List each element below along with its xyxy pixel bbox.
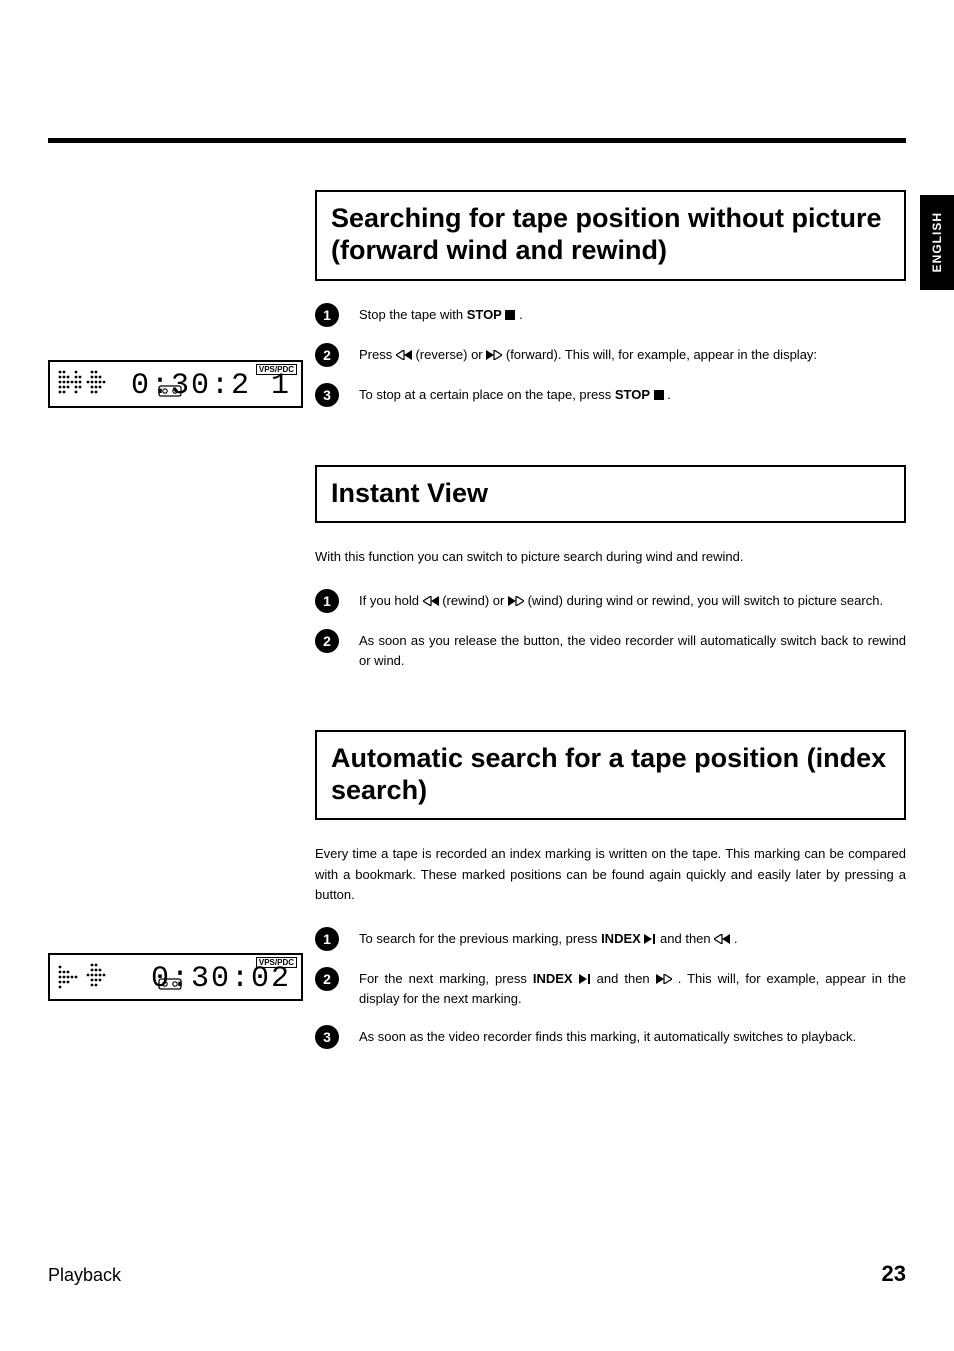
rewind-icon [396,350,412,360]
next-icon [579,974,591,984]
step-number-icon: 1 [315,589,339,613]
step-row: 3 As soon as the video recorder finds th… [315,1027,906,1049]
text-fragment: Press [359,347,396,362]
step-number-icon: 1 [315,927,339,951]
text-fragment: and then [656,931,714,946]
index-button-label: INDEX [533,971,573,986]
section-intro: Every time a tape is recorded an index m… [315,844,906,904]
main-content: Searching for tape position without pict… [315,190,906,1067]
step-number-icon: 2 [315,629,339,653]
step-row: 2 Press (reverse) or (forward). This wil… [315,345,906,367]
step-number-icon: 3 [315,383,339,407]
step-row: 2 For the next marking, press INDEX and … [315,969,906,1009]
stop-button-label: STOP [615,387,650,402]
stop-button-label: STOP [467,307,502,322]
rewind-icon [714,934,730,944]
section-heading-1: Searching for tape position without pict… [315,190,906,281]
text-fragment: Stop the tape with [359,307,467,322]
stop-icon [654,390,664,400]
section-heading-3: Automatic search for a tape position (in… [315,730,906,821]
page-footer: Playback 23 [48,1261,906,1287]
vcr-display-2: VPS/PDC 0:30:02 [48,953,303,1001]
step-text: As soon as the video recorder finds this… [359,1027,906,1047]
text-fragment: (forward). This will, for example, appea… [502,347,817,362]
text-fragment: (wind) during wind or rewind, you will s… [524,593,883,608]
step-row: 3 To stop at a certain place on the tape… [315,385,906,407]
text-fragment: If you hold [359,593,423,608]
step-row: 1 To search for the previous marking, pr… [315,929,906,951]
footer-section-name: Playback [48,1265,121,1286]
step-text: If you hold (rewind) or (wind) during wi… [359,591,906,611]
step-number-icon: 1 [315,303,339,327]
forward-icon [656,974,672,984]
text-fragment: . [664,387,671,402]
step-text: To search for the previous marking, pres… [359,929,906,949]
stop-icon [505,310,515,320]
step-row: 1 Stop the tape with STOP . [315,305,906,327]
step-row: 1 If you hold (rewind) or (wind) during … [315,591,906,613]
text-fragment: For the next marking, press [359,971,533,986]
display-dots-icon [56,368,108,407]
text-fragment: and then [591,971,656,986]
section-heading-2: Instant View [315,465,906,523]
forward-icon [486,350,502,360]
display-time-1: 0:30:2 1 [131,369,291,403]
step-text: To stop at a certain place on the tape, … [359,385,906,405]
step-text: As soon as you release the button, the v… [359,631,906,671]
text-fragment: (rewind) or [439,593,508,608]
display-dots-icon [56,961,108,1000]
index-button-label: INDEX [601,931,641,946]
top-rule [48,138,906,143]
section-intro: With this function you can switch to pic… [315,547,906,567]
text-fragment: . [515,307,522,322]
footer-page-number: 23 [882,1261,906,1287]
text-fragment: (reverse) or [412,347,486,362]
step-text: Stop the tape with STOP . [359,305,906,325]
step-number-icon: 2 [315,343,339,367]
forward-icon [508,596,524,606]
language-tab: ENGLISH [920,195,954,290]
step-number-icon: 2 [315,967,339,991]
text-fragment: To stop at a certain place on the tape, … [359,387,615,402]
next-icon [644,934,656,944]
step-row: 2 As soon as you release the button, the… [315,631,906,671]
text-fragment: . [730,931,737,946]
rewind-icon [423,596,439,606]
language-tab-label: ENGLISH [930,212,944,272]
display-time-2: 0:30:02 [151,962,291,996]
step-text: Press (reverse) or (forward). This will,… [359,345,906,365]
step-text: For the next marking, press INDEX and th… [359,969,906,1009]
step-number-icon: 3 [315,1025,339,1049]
vcr-display-1: VPS/PDC 0:30:2 1 [48,360,303,408]
text-fragment: To search for the previous marking, pres… [359,931,601,946]
